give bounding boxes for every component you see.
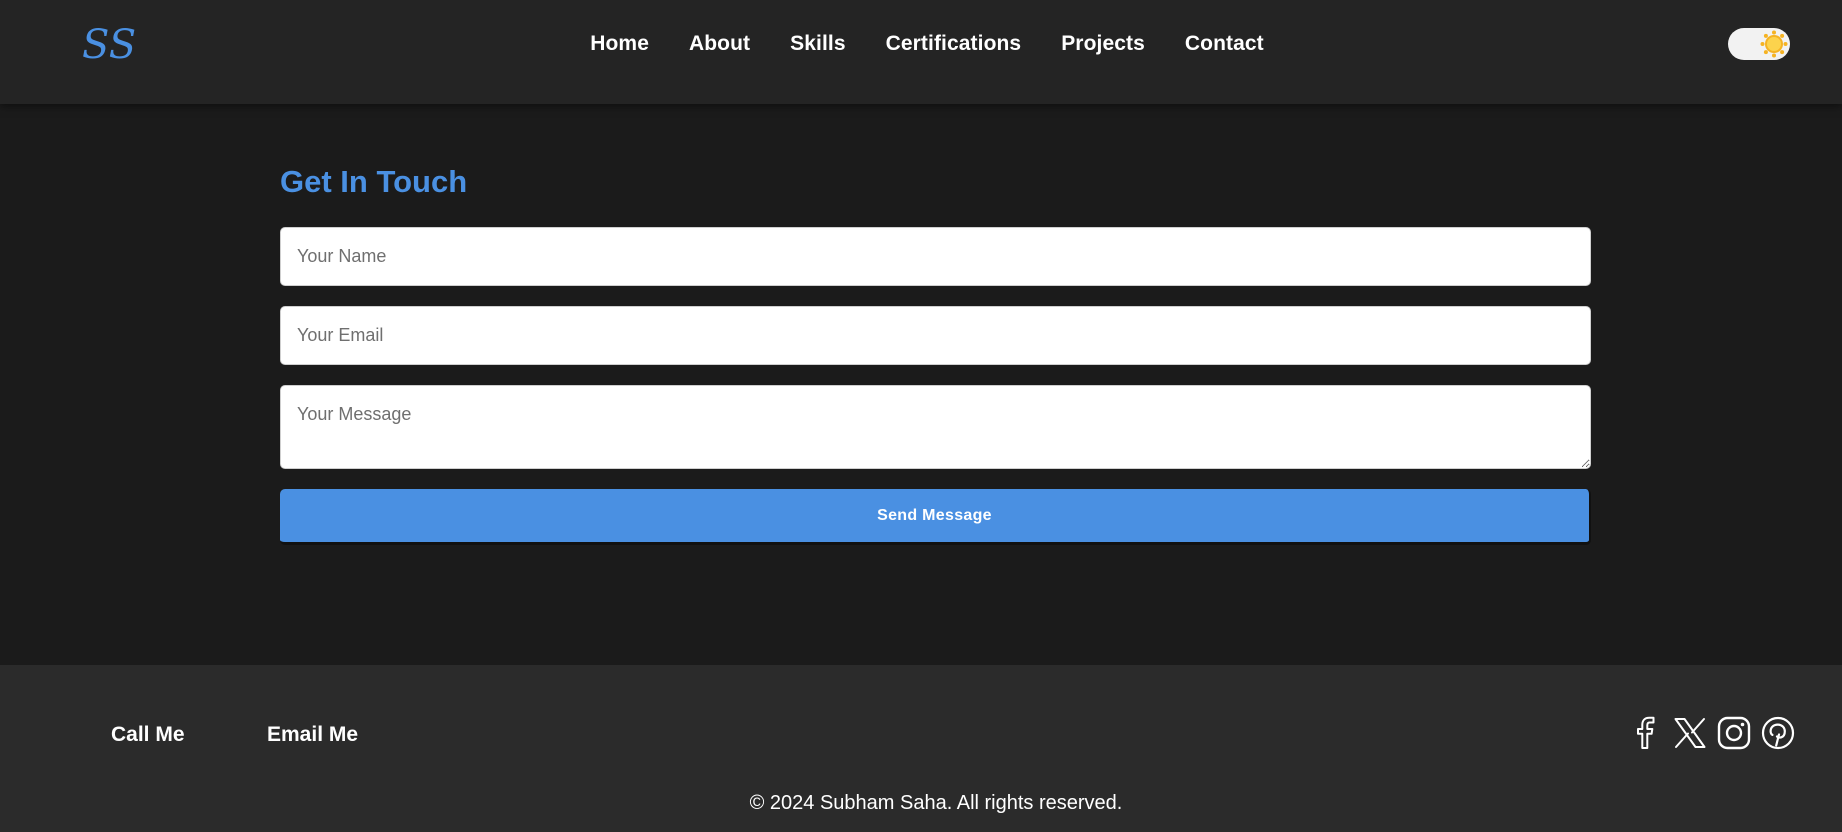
nav-certifications[interactable]: Certifications (886, 32, 1022, 56)
email-me-link[interactable]: Email Me (267, 723, 358, 747)
email-input[interactable] (280, 306, 1591, 365)
pinterest-icon[interactable] (1760, 715, 1796, 751)
nav-skills[interactable]: Skills (790, 32, 845, 56)
instagram-icon[interactable] (1716, 715, 1752, 751)
navbar: SS Home About Skills Certifications Proj… (0, 0, 1842, 104)
send-message-button[interactable]: Send Message (280, 489, 1591, 545)
nav-home[interactable]: Home (590, 32, 649, 56)
main-nav: Home About Skills Certifications Project… (0, 0, 1842, 88)
contact-title: Get In Touch (280, 164, 468, 199)
social-links (1628, 715, 1796, 751)
nav-projects[interactable]: Projects (1061, 32, 1145, 56)
nav-contact[interactable]: Contact (1185, 32, 1264, 56)
message-textarea[interactable] (280, 385, 1591, 469)
nav-about[interactable]: About (689, 32, 750, 56)
footer: Call Me Email Me © 2024 Subham Saha. All… (0, 665, 1842, 832)
theme-toggle[interactable] (1728, 28, 1790, 60)
name-input[interactable] (280, 227, 1591, 286)
x-icon[interactable] (1672, 715, 1708, 751)
call-me-link[interactable]: Call Me (111, 723, 185, 747)
contact-section: Get In Touch Send Message (0, 104, 1842, 665)
copyright-text: © 2024 Subham Saha. All rights reserved. (749, 792, 1123, 814)
sun-icon (1760, 30, 1788, 58)
facebook-icon[interactable] (1628, 715, 1664, 751)
